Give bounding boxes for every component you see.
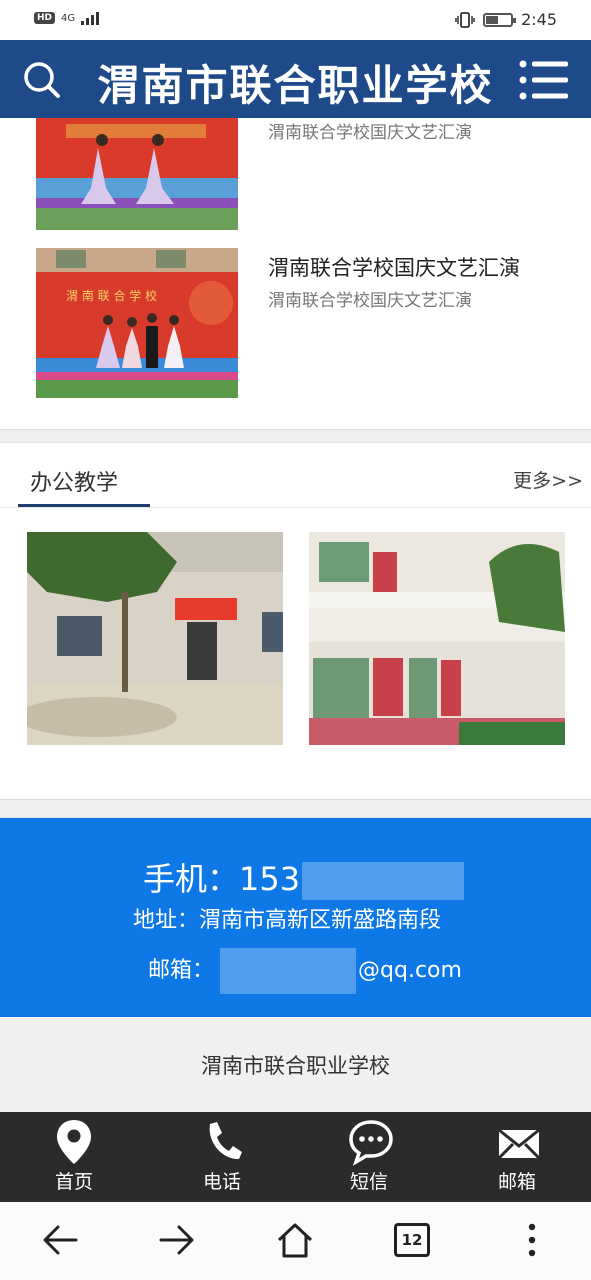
svg-text:渭 南 联 合 学 校: 渭 南 联 合 学 校	[66, 288, 157, 303]
more-link[interactable]: 更多>>	[513, 466, 583, 493]
status-bar: HD 4G 2:45	[0, 0, 591, 40]
building-photo[interactable]	[309, 532, 565, 745]
site-title: 渭南市联合职业学校	[97, 61, 494, 110]
phone-icon	[209, 1122, 242, 1160]
network-type: 4G	[61, 12, 76, 24]
tab-home[interactable]: 首页	[14, 1112, 134, 1202]
phone-label: 手机：	[143, 860, 240, 898]
phone-number[interactable]: 153	[239, 860, 300, 898]
battery-icon	[483, 12, 517, 27]
section-underline	[18, 504, 150, 507]
office-photo[interactable]	[27, 532, 283, 745]
envelope-icon	[497, 1128, 541, 1160]
tab-count: 12	[401, 1231, 423, 1249]
address-line: 地址：渭南市高新区新盛路南段	[133, 908, 442, 933]
vibrate-icon	[455, 11, 475, 28]
menu-icon	[519, 60, 568, 100]
signal-icon	[81, 11, 100, 25]
tab-email[interactable]: 邮箱	[457, 1112, 577, 1202]
tabs-icon[interactable]: 12	[394, 1223, 430, 1257]
bottom-tabbar: 首页 电话 短信 邮箱	[0, 1112, 591, 1202]
tab-label: 短信	[349, 1171, 388, 1193]
email-label: 邮箱：	[148, 958, 215, 983]
email-domain[interactable]: @qq.com	[358, 958, 462, 983]
menu-button[interactable]	[519, 58, 569, 102]
section-title: 办公教学	[30, 471, 119, 496]
footer-school-name: 渭南市联合职业学校	[201, 1054, 390, 1078]
tab-phone[interactable]: 电话	[162, 1112, 282, 1202]
site-header: 渭南市联合职业学校	[0, 40, 591, 118]
news-thumbnail[interactable]: 渭 南 联 合 学 校	[36, 248, 238, 398]
tab-label: 首页	[54, 1171, 93, 1193]
phone-line: 手机：153	[143, 854, 465, 900]
section-divider	[0, 799, 591, 818]
phone-redaction	[302, 862, 465, 900]
message-bubble-icon	[349, 1120, 393, 1166]
news-subtitle: 渭南联合学校国庆文艺汇演	[268, 291, 472, 311]
hd-badge: HD	[34, 12, 56, 24]
news-item[interactable]: 渭 南 联 合 学 校 渭南联合学校国庆文艺汇演 渭南联合学校国庆文艺汇演	[0, 236, 591, 404]
email-redaction	[220, 948, 357, 994]
section-divider	[0, 429, 591, 443]
footer: 渭南市联合职业学校	[0, 1017, 591, 1112]
tab-label: 邮箱	[497, 1171, 536, 1193]
news-title[interactable]: 渭南联合学校国庆文艺汇演	[268, 252, 520, 282]
news-subtitle: 渭南联合学校国庆文艺汇演	[268, 123, 472, 143]
location-pin-icon	[57, 1120, 91, 1164]
section-line	[0, 507, 591, 508]
tab-sms[interactable]: 短信	[309, 1112, 429, 1202]
browser-nav-bar: 12	[0, 1202, 591, 1280]
contact-block: 手机：153 地址：渭南市高新区新盛路南段 邮箱： @qq.com	[0, 818, 591, 1017]
clock: 2:45	[521, 10, 557, 29]
back-arrow-icon[interactable]	[40, 1220, 80, 1260]
tab-label: 电话	[202, 1171, 241, 1193]
news-thumbnail[interactable]	[36, 118, 238, 230]
email-line: 邮箱： @qq.com	[148, 948, 462, 994]
forward-arrow-icon[interactable]	[157, 1220, 197, 1260]
home-icon[interactable]	[275, 1220, 315, 1260]
news-item[interactable]: 渭南联合学校国庆文艺汇演	[0, 118, 591, 236]
more-vertical-icon[interactable]	[512, 1220, 552, 1260]
